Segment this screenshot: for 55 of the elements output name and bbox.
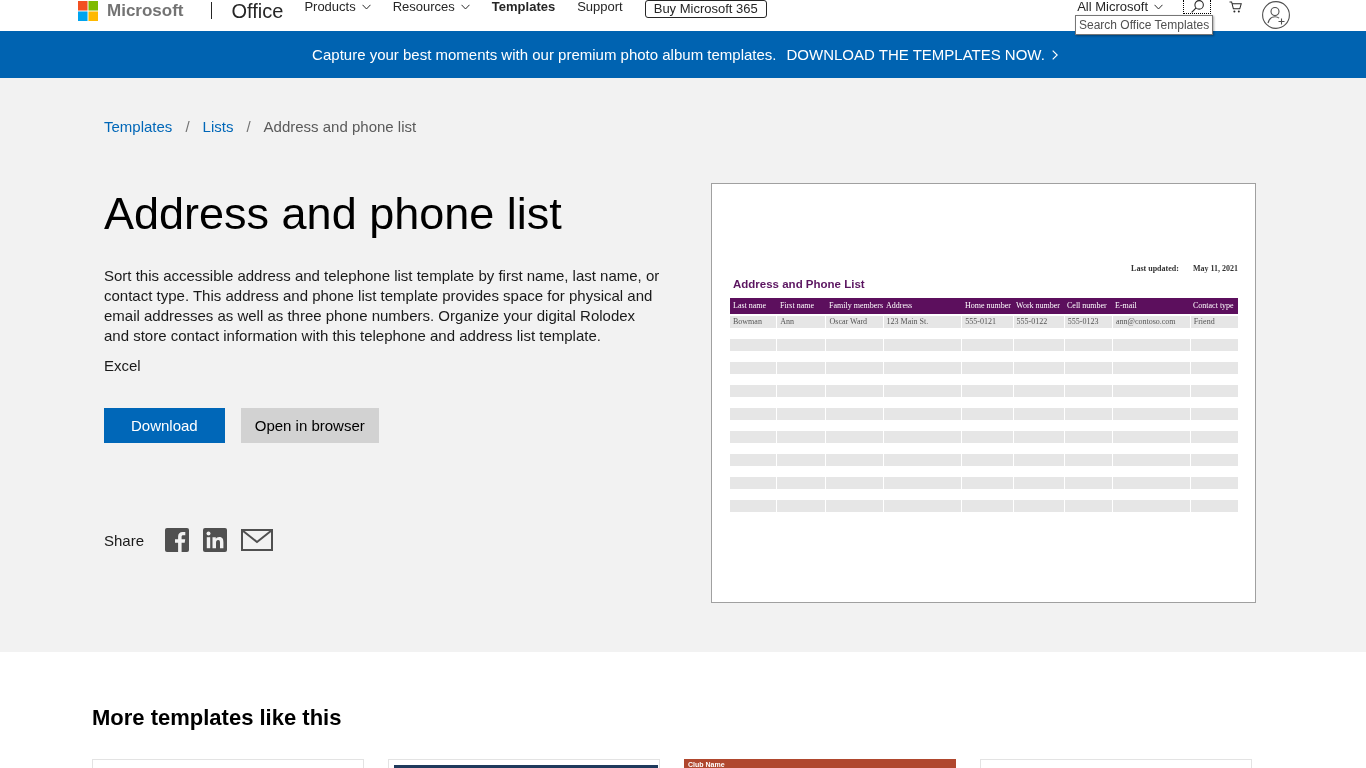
column-header: Address: [885, 301, 914, 311]
table-cell: 555-0121: [962, 316, 1013, 328]
download-button[interactable]: Download: [104, 408, 225, 443]
template-card[interactable]: [388, 759, 660, 768]
nav-menu-button[interactable]: Products: [304, 0, 371, 14]
breadcrumb-separator: /: [246, 118, 251, 136]
column-header: E-mail: [1114, 301, 1138, 311]
account-icon[interactable]: [1262, 1, 1290, 29]
chevron-right-icon: [1051, 49, 1058, 60]
search-button[interactable]: [1183, 0, 1211, 14]
buy-button[interactable]: Buy Microsoft 365: [644, 0, 767, 18]
breadcrumb-link[interactable]: Lists: [202, 118, 234, 136]
section-heading: More templates like this: [92, 704, 343, 732]
column-header: Cell number: [1066, 301, 1108, 311]
email-icon[interactable]: [241, 529, 274, 551]
column-header: First name: [779, 301, 815, 311]
brand-name[interactable]: Microsoft: [107, 0, 184, 22]
column-header: Family members: [828, 301, 883, 311]
nav-menu-button[interactable]: Resources: [392, 0, 470, 14]
open-in-browser-button[interactable]: Open in browser: [240, 408, 379, 443]
column-header: Work number: [1015, 301, 1061, 311]
logo-icon[interactable]: [78, 1, 98, 21]
column-header: Contact type: [1192, 301, 1235, 311]
breadcrumb-link[interactable]: Templates: [104, 118, 173, 136]
table-cell: 555-0123: [1064, 316, 1112, 328]
column-header: Last name: [732, 301, 768, 311]
nav-link[interactable]: Support: [577, 0, 623, 14]
banner-text: Capture your best moments with our premium photo album templates.: [312, 46, 777, 63]
table-cell: Friend: [1190, 316, 1238, 328]
linkedin-icon[interactable]: [203, 528, 228, 552]
product-name[interactable]: Office: [231, 0, 284, 22]
share-label: Share: [104, 531, 145, 549]
table-cell: 555-0122: [1013, 316, 1064, 328]
facebook-icon[interactable]: [165, 528, 190, 552]
template-description: Sort this accessible address and telephone list template by first name, last name, or contact type. This address and phone list template provides space for physical and email addresses as well as three phone numbers. Organize your digital Rolodex and store contact information with this telephone and address list template.: [104, 266, 661, 346]
app-name: Excel: [104, 356, 142, 376]
breadcrumb-current: Address and phone list: [263, 118, 417, 136]
table-cell: Bowman: [730, 316, 777, 328]
nav-link[interactable]: Templates: [491, 0, 556, 14]
column-header: Home number: [964, 301, 1012, 311]
banner-link[interactable]: DOWNLOAD THE TEMPLATES NOW.: [786, 46, 1058, 63]
table-cell: Ann: [777, 316, 826, 328]
page-title: Address and phone list: [104, 187, 563, 241]
table-cell: Oscar Ward: [826, 316, 883, 328]
search-tooltip: Search Office Templates: [1075, 15, 1214, 35]
cart-icon[interactable]: [1229, 1, 1242, 13]
document-title: Address and Phone List: [733, 277, 865, 292]
updated-label: Last updated:: [1131, 264, 1179, 274]
all-menu-button[interactable]: All Microsoft: [1077, 0, 1163, 14]
breadcrumb-separator: /: [185, 118, 190, 136]
table-cell: 123 Main St.: [883, 316, 962, 328]
updated-date: May 11, 2021: [1192, 264, 1238, 274]
chevron-down-icon: [1154, 4, 1163, 10]
search-icon: [1190, 0, 1204, 13]
table-cell: ann@contoso.com: [1112, 316, 1190, 328]
